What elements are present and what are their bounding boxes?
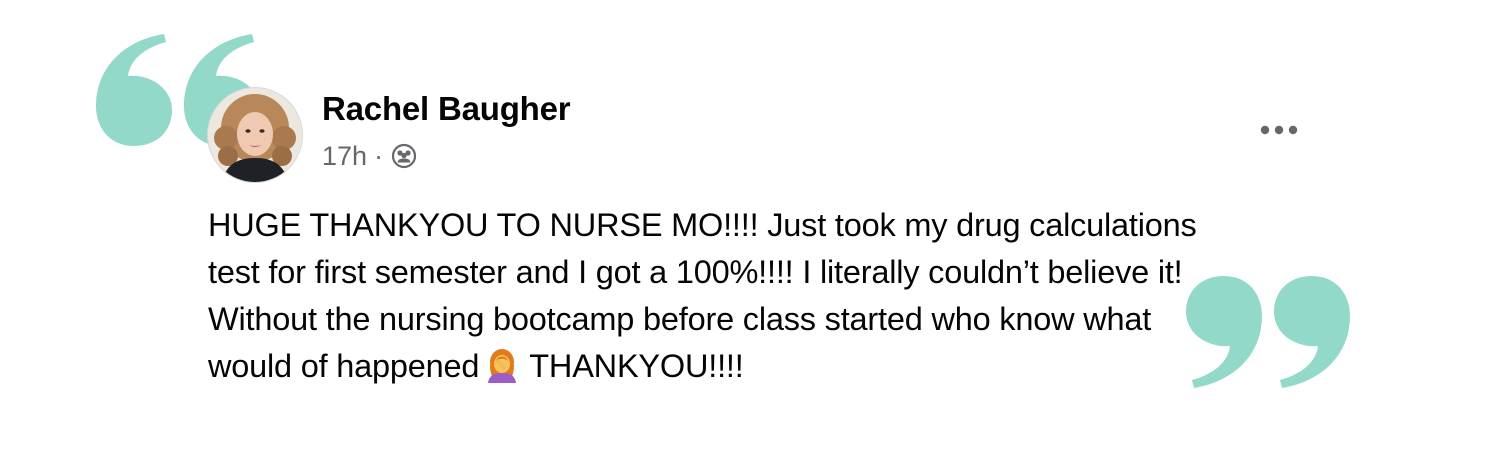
avatar-photo xyxy=(208,88,302,182)
post-timestamp[interactable]: 17h xyxy=(322,141,367,172)
closing-quote-mark-icon xyxy=(1186,276,1350,388)
woman-facepalming-emoji-icon xyxy=(488,349,517,383)
post-meta: 17h · xyxy=(322,140,417,172)
post-text-line: HUGE THANKYOU TO NURSE MO!!!! Just took … xyxy=(208,207,1197,243)
friends-icon[interactable] xyxy=(391,143,417,169)
post-text: HUGE THANKYOU TO NURSE MO!!!! Just took … xyxy=(208,202,1333,390)
more-options-icon xyxy=(1260,125,1298,135)
post-text-segment: would of happened xyxy=(208,348,480,384)
post-text-line: test for first semester and I got a 100%… xyxy=(208,254,1183,290)
avatar[interactable] xyxy=(208,88,302,182)
post-text-segment: THANKYOU!!!! xyxy=(529,348,744,384)
author-name[interactable]: Rachel Baugher xyxy=(322,90,571,128)
post-text-line: Without the nursing bootcamp before clas… xyxy=(208,301,1152,337)
meta-separator: · xyxy=(374,140,384,171)
more-options-button[interactable] xyxy=(1252,114,1306,146)
post-text-line-last: would of happened THANKYOU!!!! xyxy=(208,343,1333,390)
